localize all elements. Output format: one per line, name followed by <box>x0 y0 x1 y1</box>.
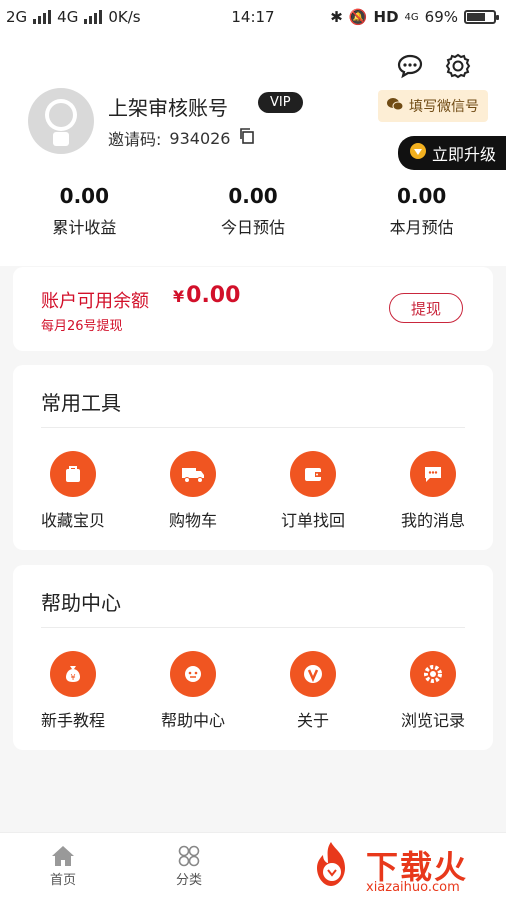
help-center[interactable]: 帮助中心 <box>133 651 253 731</box>
wechat-icon <box>387 97 404 115</box>
tab-label: 分类 <box>175 873 202 888</box>
truck-icon <box>170 451 216 497</box>
help-label: 帮助中心 <box>160 711 225 730</box>
invite-label: 邀请码: <box>108 130 162 149</box>
tab-home[interactable]: 首页 <box>18 843 108 888</box>
divider <box>41 427 465 428</box>
battery-icon <box>464 10 499 24</box>
help-label: 关于 <box>296 711 329 730</box>
svg-text:¥: ¥ <box>70 673 75 682</box>
mute-icon: 🔕 <box>348 8 368 26</box>
stat-today-estimate[interactable]: 0.00 今日预估 <box>169 184 338 238</box>
copy-icon[interactable] <box>238 127 256 149</box>
diamond-icon <box>409 143 426 163</box>
upgrade-label: 立即升级 <box>431 145 496 164</box>
balance-label: 账户可用余额 <box>41 291 149 312</box>
battery-percent: 69% <box>424 8 458 26</box>
tool-label: 购物车 <box>168 511 217 530</box>
bluetooth-icon: ✱ <box>330 8 343 26</box>
status-bar: 2G 4G 0K/s 14:17 ✱ 🔕 HD 4G 69% <box>0 0 506 34</box>
upgrade-button[interactable]: 立即升级 <box>397 136 506 170</box>
watermark: 下载火 xiazaihuo.com <box>300 836 500 896</box>
tool-label: 收藏宝贝 <box>40 511 105 530</box>
tool-label: 我的消息 <box>400 511 465 530</box>
stat-month-estimate[interactable]: 0.00 本月预估 <box>337 184 506 238</box>
stat-label: 累计收益 <box>52 218 117 237</box>
stat-value: 0.00 <box>397 184 447 208</box>
vip-badge: VIP <box>258 92 303 113</box>
withdraw-button[interactable]: 提现 <box>389 293 463 323</box>
help-history[interactable]: 浏览记录 <box>373 651 493 731</box>
avatar[interactable] <box>28 88 94 154</box>
hd-label: HD <box>373 8 399 26</box>
tool-label: 订单找回 <box>280 511 345 530</box>
balance-card: 账户可用余额 ¥0.00 每月26号提现 提现 <box>13 267 493 351</box>
tool-order-recovery[interactable]: 订单找回 <box>253 451 373 531</box>
watermark-url: xiazaihuo.com <box>366 880 460 895</box>
tool-cart[interactable]: 购物车 <box>133 451 253 531</box>
common-tools-card: 常用工具 收藏宝贝 购物车 订单找回 我的消息 <box>13 365 493 550</box>
home-icon <box>18 843 108 869</box>
tab-label: 首页 <box>49 873 76 888</box>
tool-messages[interactable]: 我的消息 <box>373 451 493 531</box>
profile-header: 填写微信号 上架审核账号 VIP 邀请码: 934026 立即升级 0.00 累… <box>0 34 506 266</box>
section-title: 帮助中心 <box>41 591 121 615</box>
gear-icon <box>410 651 456 697</box>
support-icon <box>170 651 216 697</box>
balance-value: 0.00 <box>186 283 241 308</box>
lte-label: 4G <box>404 11 419 23</box>
stat-label: 本月预估 <box>389 218 454 237</box>
currency-symbol: ¥ <box>173 287 185 306</box>
invite-code: 934026 <box>169 128 231 148</box>
earnings-stats: 0.00 累计收益 0.00 今日预估 0.00 本月预估 <box>0 184 506 238</box>
username: 上架审核账号 <box>108 96 228 120</box>
help-about[interactable]: 关于 <box>253 651 373 731</box>
wallet-icon <box>290 451 336 497</box>
help-label: 新手教程 <box>40 711 105 730</box>
money-bag-icon: ¥ <box>50 651 96 697</box>
tab-category[interactable]: 分类 <box>144 843 234 888</box>
settings-gear-icon[interactable] <box>444 52 472 80</box>
help-tutorial[interactable]: ¥ 新手教程 <box>13 651 133 731</box>
invite-code-row: 邀请码: 934026 <box>108 126 256 150</box>
section-title: 常用工具 <box>41 391 121 415</box>
fill-wechat-button[interactable]: 填写微信号 <box>378 90 488 122</box>
flame-logo-icon <box>302 838 360 900</box>
balance-amount: ¥0.00 <box>173 283 240 308</box>
wechat-tag-label: 填写微信号 <box>409 99 479 115</box>
help-label: 浏览记录 <box>400 711 465 730</box>
stat-value: 0.00 <box>59 184 110 208</box>
bag-icon <box>50 451 96 497</box>
tool-favorites[interactable]: 收藏宝贝 <box>13 451 133 531</box>
stat-value: 0.00 <box>228 184 278 208</box>
chat-icon[interactable] <box>396 52 424 80</box>
v-icon <box>290 651 336 697</box>
divider <box>41 627 465 628</box>
message-icon <box>410 451 456 497</box>
help-center-card: 帮助中心 ¥ 新手教程 帮助中心 关于 浏览记录 <box>13 565 493 750</box>
stat-total-earnings[interactable]: 0.00 累计收益 <box>0 184 169 238</box>
category-icon <box>144 843 234 869</box>
withdraw-note: 每月26号提现 <box>41 319 123 334</box>
stat-label: 今日预估 <box>221 218 286 237</box>
